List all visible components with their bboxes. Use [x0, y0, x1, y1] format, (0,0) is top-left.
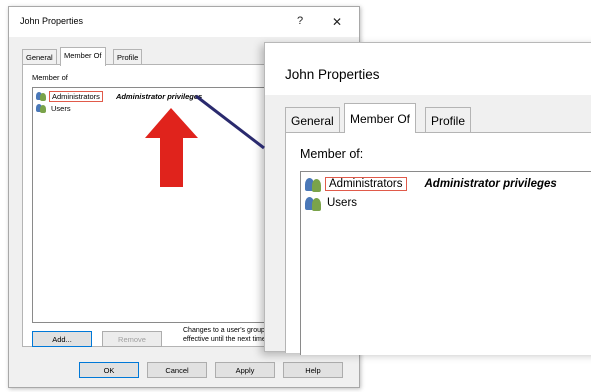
group-icon	[36, 103, 46, 113]
list-item-description: Administrator privileges	[115, 91, 203, 101]
group-icon	[36, 91, 46, 101]
list-item-description: Administrator privileges	[424, 178, 557, 190]
zoom-dialog-title: John Properties	[285, 67, 380, 82]
apply-button[interactable]: Apply	[215, 362, 275, 378]
member-of-label: Member of	[32, 73, 68, 82]
list-item[interactable]: Users	[36, 102, 73, 114]
dialog-title: John Properties	[20, 16, 84, 26]
tab-profile[interactable]: Profile	[113, 49, 143, 65]
add-button[interactable]: Add...	[32, 331, 92, 347]
zoom-tab-member-of[interactable]: Member Of	[344, 103, 417, 133]
list-item[interactable]: Users	[305, 194, 359, 212]
tab-member-of[interactable]: Member Of	[60, 47, 106, 66]
remove-button[interactable]: Remove	[102, 331, 162, 347]
list-item-name: Users	[327, 197, 358, 209]
zoom-member-of-list[interactable]: Administrators Administrator privileges …	[300, 171, 591, 355]
list-item-name: Administrators	[49, 90, 103, 102]
list-item[interactable]: Administrators Administrator privileges	[305, 175, 557, 193]
zoom-member-of-panel: Member of: Administrators Administrator …	[285, 132, 591, 355]
zoom-tab-profile[interactable]: Profile	[425, 107, 472, 132]
ok-button[interactable]: OK	[79, 362, 139, 378]
group-icon	[305, 195, 321, 211]
close-icon[interactable]: ✕	[327, 15, 347, 29]
title-bar: John Properties ? ✕	[9, 7, 359, 37]
list-item[interactable]: Administrators Administrator privileges	[36, 90, 202, 102]
zoom-tab-general[interactable]: General	[285, 107, 340, 132]
zoom-callout: John Properties General Member Of Profil…	[264, 42, 591, 355]
zoom-title-bar: John Properties	[265, 43, 591, 95]
group-icon	[305, 176, 321, 192]
cancel-button[interactable]: Cancel	[147, 362, 207, 378]
list-item-name: Administrators	[325, 177, 407, 191]
zoom-member-of-label: Member of:	[300, 147, 364, 161]
tab-general[interactable]: General	[22, 49, 57, 65]
stage: John Properties ? ✕ General Member Of Pr…	[0, 0, 591, 392]
help-title-button[interactable]: ?	[290, 15, 310, 27]
help-button[interactable]: Help	[283, 362, 343, 378]
list-item-name: Users	[51, 103, 71, 113]
